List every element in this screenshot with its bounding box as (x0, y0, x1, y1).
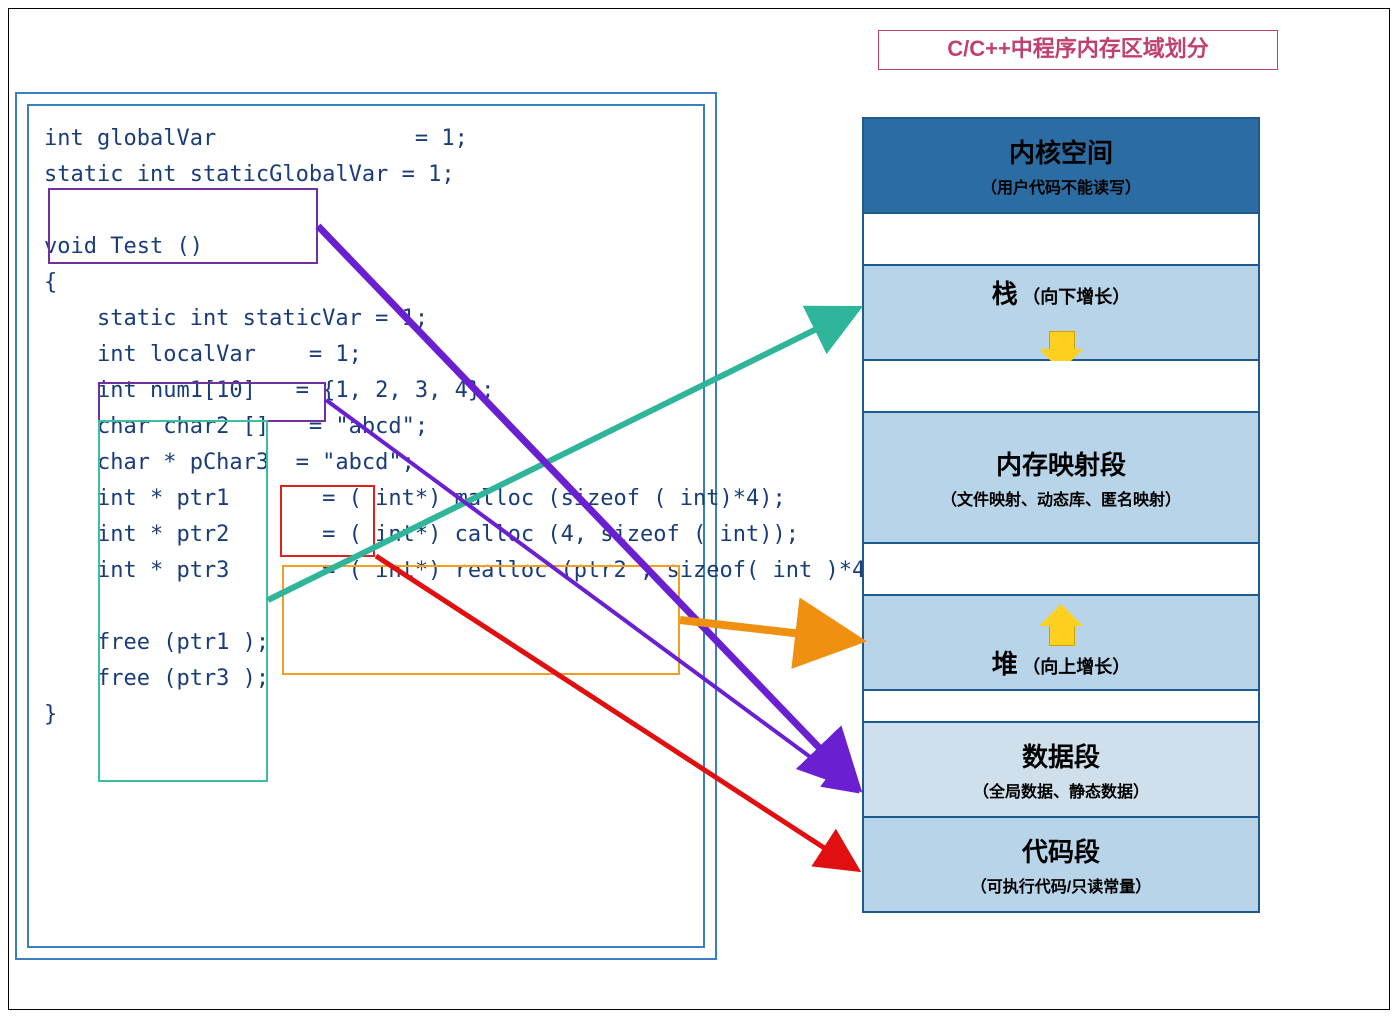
code-line: { (44, 270, 57, 295)
memory-region-heap: 堆 （向上增长） (864, 596, 1258, 691)
region-title: 堆 (992, 649, 1018, 679)
memory-gap (864, 691, 1258, 723)
highlight-local-vars (98, 420, 268, 782)
region-title: 内存映射段 (869, 445, 1253, 482)
code-text: = 1; (256, 342, 362, 367)
memory-region-kernel: 内核空间 （用户代码不能读写） (864, 119, 1258, 214)
memory-gap (864, 361, 1258, 413)
code-text: static int staticGlobalVar (44, 162, 388, 187)
memory-region-mmap: 内存映射段 （文件映射、动态库、匿名映射） (864, 413, 1258, 544)
memory-region-stack: 栈 （向下增长） (864, 266, 1258, 361)
region-title: 内核空间 (869, 133, 1253, 170)
code-line: int globalVar = 1; (44, 126, 468, 151)
code-text: static int staticVar (44, 306, 362, 331)
code-line: } (44, 702, 57, 727)
region-title: 代码段 (869, 832, 1253, 869)
highlight-heap-alloc (282, 565, 680, 675)
highlight-string-constant (280, 485, 375, 557)
code-text: int globalVar (44, 126, 216, 151)
memory-gap (864, 544, 1258, 596)
region-subtitle: （文件映射、动态库、匿名映射） (869, 486, 1253, 510)
code-text: int localVar (44, 342, 256, 367)
code-text: = 1; (362, 306, 428, 331)
region-title: 数据段 (869, 737, 1253, 774)
region-subtitle: （用户代码不能读写） (869, 174, 1253, 198)
memory-gap (864, 214, 1258, 266)
code-line: int localVar = 1; (44, 342, 362, 367)
region-subtitle: （向下增长） (1022, 287, 1130, 307)
code-text: = 1; (402, 126, 468, 151)
highlight-global-vars (48, 188, 318, 264)
region-subtitle: （可执行代码/只读常量） (869, 873, 1253, 897)
code-line: static int staticVar = 1; (44, 306, 428, 331)
memory-region-data: 数据段 （全局数据、静态数据） (864, 723, 1258, 818)
diagram-title: C/C++中程序内存区域划分 (878, 30, 1278, 70)
region-subtitle: （全局数据、静态数据） (869, 778, 1253, 802)
region-subtitle: （向上增长） (1022, 657, 1130, 677)
region-title: 栈 (992, 279, 1018, 309)
memory-layout-table: 内核空间 （用户代码不能读写） 栈 （向下增长） 内存映射段 （文件映射、动态库… (862, 117, 1260, 913)
code-line: static int staticGlobalVar = 1; (44, 162, 455, 187)
code-text: = 1; (388, 162, 454, 187)
code-text: = "abcd"; (269, 450, 415, 475)
highlight-static-var (98, 382, 326, 422)
memory-region-code: 代码段 （可执行代码/只读常量） (864, 818, 1258, 911)
